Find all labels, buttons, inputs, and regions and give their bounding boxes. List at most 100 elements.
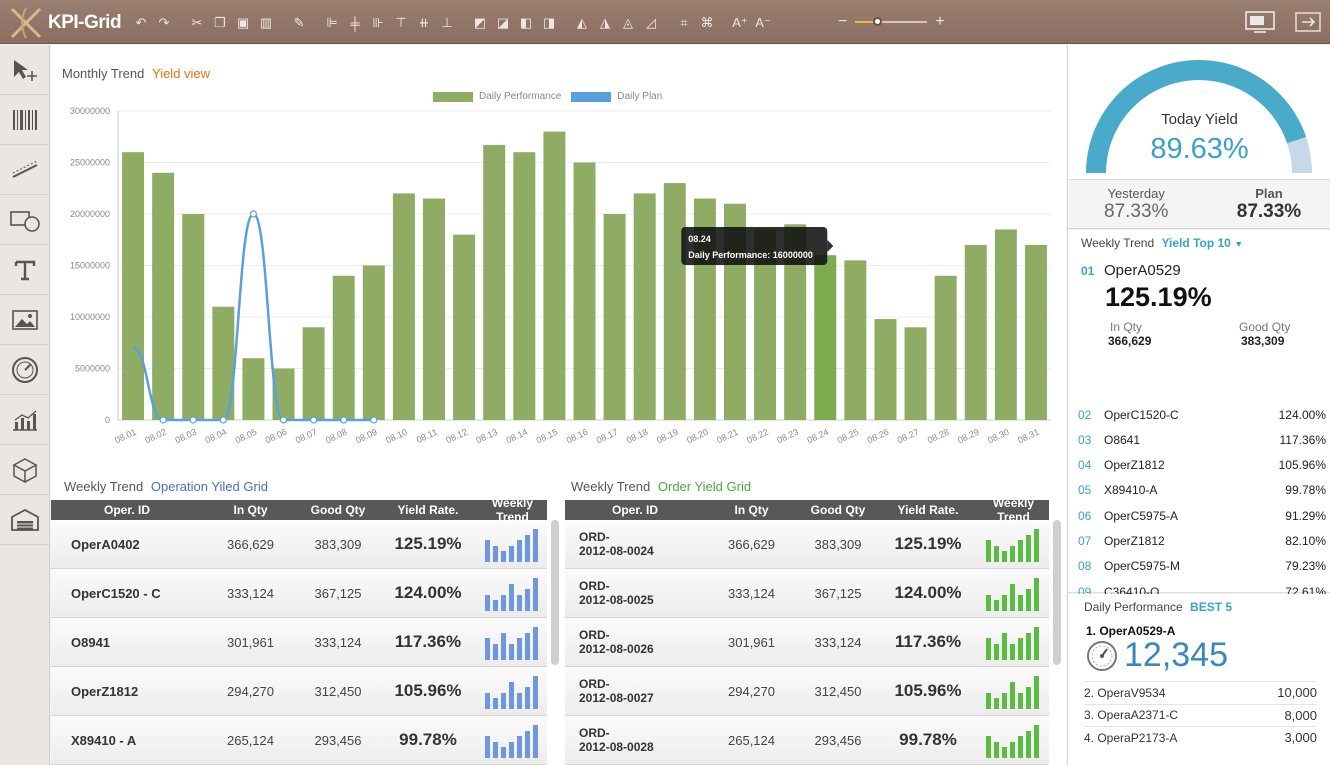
grid-row[interactable]: X89410 - A 265,124 293,456 99.78% [51,716,547,765]
undo-icon[interactable]: ↶ [130,13,152,33]
zoom-knob[interactable] [872,17,882,26]
top10-row[interactable]: 05 X89410-A 99.78% [1078,478,1326,503]
align-right-icon[interactable]: ⊪ [367,13,389,33]
top10-row[interactable]: 04 OperZ1812 105.96% [1078,453,1326,478]
bar-08.25[interactable] [844,260,867,420]
plan-point[interactable] [370,416,378,424]
delete-icon[interactable]: ▥ [255,13,277,33]
bar-08.29[interactable] [964,244,987,420]
bar-08.15[interactable] [543,131,566,420]
factory-tool[interactable] [0,495,50,545]
ungroup-icon[interactable]: ⌘ [696,13,718,33]
bar-08.02[interactable] [152,172,175,420]
bar-08.28[interactable] [934,275,957,420]
grid-row[interactable]: OperZ1812 294,270 312,450 105.96% [51,667,547,716]
bar-08.13[interactable] [483,144,506,421]
bar-08.30[interactable] [994,229,1017,420]
grid-header-cell[interactable]: Oper. ID [565,503,705,517]
plan-point[interactable] [159,416,167,424]
top10-row[interactable]: 07 OperZ1812 82.10% [1078,529,1326,554]
exit-icon[interactable] [1294,10,1322,34]
bar-08.19[interactable] [663,183,686,420]
bar-08.03[interactable] [182,214,205,420]
align-bottom-icon[interactable]: ⊥ [436,13,458,33]
redo-icon[interactable]: ↷ [153,13,175,33]
bar-08.17[interactable] [603,214,626,420]
align-middle-icon[interactable]: ⧺ [413,13,435,33]
group-icon[interactable]: ⌗ [673,13,695,33]
grid-header-cell[interactable]: Oper. ID [51,503,203,517]
best5-row[interactable]: 2. OperaV9534 10,000 [1084,681,1317,703]
grid-header-cell[interactable]: Yield Rate. [378,503,478,517]
best5-link[interactable]: BEST 5 [1190,600,1232,614]
zoom-slider[interactable] [855,17,928,26]
plan-point[interactable] [219,416,227,424]
bar-08.09[interactable] [362,265,385,421]
bar-08.07[interactable] [302,327,325,420]
grid-header-cell[interactable]: Weekly Trend [478,496,547,524]
bar-08.08[interactable] [332,275,355,420]
grid-row[interactable]: ORD- 2012-08-0025 333,124 367,125 124.00% [565,569,1049,618]
bar-08.01[interactable] [122,152,145,420]
bar-08.26[interactable] [874,319,897,420]
bring-front-icon[interactable]: ◩ [469,13,491,33]
order-grid-link[interactable]: Order Yield Grid [658,479,751,494]
top1-name[interactable]: OperA0529 [1104,262,1181,279]
grid-header-cell[interactable]: In Qty [203,503,298,517]
shape-tool[interactable] [0,195,50,245]
bar-08.11[interactable] [423,198,446,420]
top10-row[interactable]: 02 OperC1520-C 124.00% [1078,402,1326,427]
zoom-in-button[interactable]: + [935,13,944,31]
bar-08.27[interactable] [904,327,927,420]
grid-header-cell[interactable]: Good Qty [798,503,878,517]
grid-row[interactable]: O8941 301,961 333,124 117.36% [51,618,547,667]
grid-header-cell[interactable]: Yield Rate. [878,503,978,517]
top10-row[interactable]: 08 OperC5975-M 79.23% [1078,554,1326,579]
barcode-tool[interactable] [0,95,50,145]
plan-point[interactable] [340,416,348,424]
grid-row[interactable]: OperC1520 - C 333,124 367,125 124.00% [51,569,547,618]
best5-row[interactable]: 3. OperaA2371-C 8,000 [1084,703,1317,726]
rotate-icon[interactable]: ◬ [617,13,639,33]
cut-icon[interactable]: ✂ [186,13,208,33]
bar-08.14[interactable] [513,152,536,420]
yield-top10-dropdown[interactable]: Yield Top 10 ▼ [1162,236,1244,250]
grid-row[interactable]: ORD- 2012-08-0026 301,961 333,124 117.36% [565,618,1049,667]
plan-point[interactable] [279,416,288,424]
order-grid-scrollbar[interactable] [1053,520,1061,665]
text-tool[interactable] [0,245,50,295]
align-center-icon[interactable]: ╪ [344,13,366,33]
line-tool[interactable] [0,145,50,195]
paste-icon[interactable]: ▣ [232,13,254,33]
flip-horizontal-icon[interactable]: ◭ [571,13,593,33]
bring-forward-icon[interactable]: ◪ [492,13,514,33]
font-increase-icon[interactable]: A⁺ [729,13,751,33]
plan-point[interactable] [189,416,197,424]
plan-point[interactable] [249,210,258,218]
box-tool[interactable] [0,445,50,495]
image-tool[interactable] [0,295,50,345]
bar-08.12[interactable] [453,234,476,420]
grid-row[interactable]: ORD- 2012-08-0027 294,270 312,450 105.96% [565,667,1049,716]
brush-icon[interactable]: ✎ [288,13,310,33]
grid-header-cell[interactable]: In Qty [705,503,798,517]
grid-row[interactable]: ORD- 2012-08-0028 265,124 293,456 99.78% [565,716,1049,765]
send-back-icon[interactable]: ◨ [538,13,560,33]
font-decrease-icon[interactable]: A⁻ [752,13,774,33]
pointer-tool[interactable] [0,45,50,95]
monitor-icon[interactable] [1244,10,1276,34]
top10-row[interactable]: 06 OperC5975-A 91.29% [1078,503,1326,528]
chart-tool[interactable] [0,395,50,445]
bar-08.05[interactable] [242,358,265,420]
best5-row[interactable]: 4. OperaP2173-A 3,000 [1084,726,1317,748]
bar-08.16[interactable] [573,162,596,421]
bar-08.10[interactable] [392,193,415,420]
plan-point[interactable] [310,416,318,424]
bar-08.24[interactable] [814,255,837,420]
copy-icon[interactable]: ❐ [209,13,231,33]
bar-08.31[interactable] [1024,244,1047,420]
top10-row[interactable]: 03 O8641 117.36% [1078,427,1326,452]
grid-row[interactable]: OperA0402 366,629 383,309 125.19% [51,520,547,569]
grid-header-cell[interactable]: Good Qty [298,503,378,517]
op-grid-scrollbar[interactable] [551,520,559,665]
